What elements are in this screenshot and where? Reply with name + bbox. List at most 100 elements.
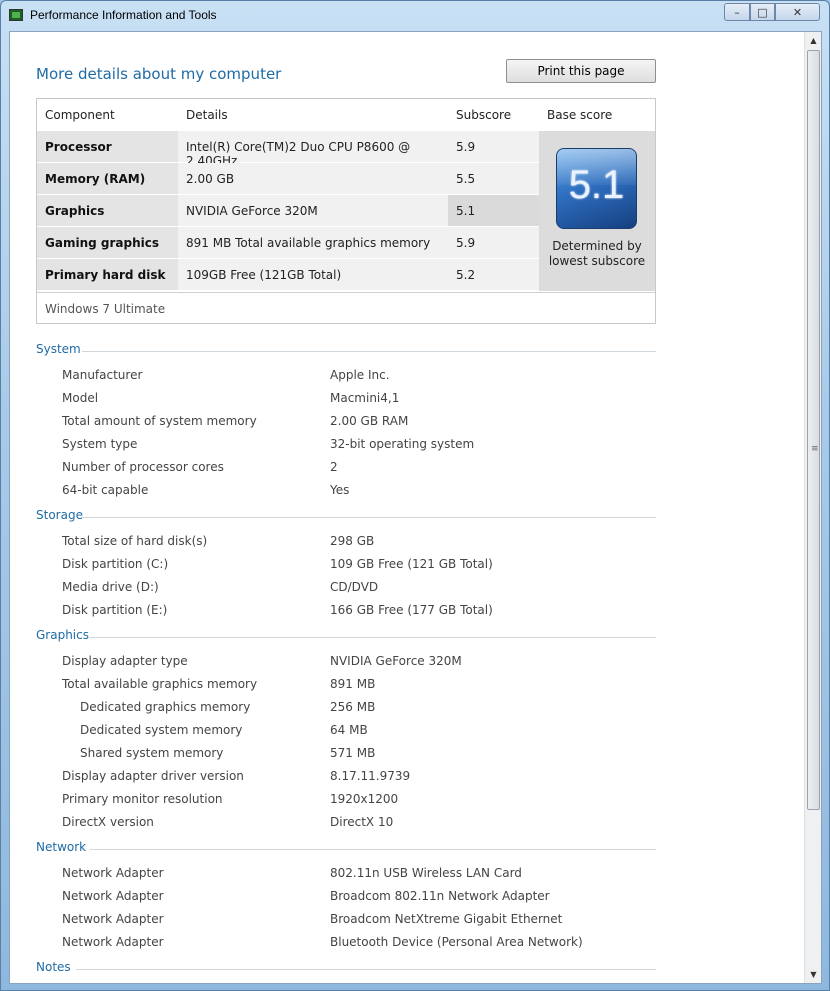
window-title: Performance Information and Tools (30, 8, 217, 22)
section-divider (76, 969, 656, 970)
info-label: System type (62, 437, 138, 451)
info-label: Total size of hard disk(s) (62, 534, 208, 548)
info-label: Disk partition (C:) (62, 557, 169, 571)
column-header-details: Details (186, 108, 228, 122)
column-header-component: Component (45, 108, 115, 122)
info-label: DirectX version (62, 815, 154, 829)
details-cell: Intel(R) Core(TM)2 Duo CPU P8600 @ 2.40G… (178, 131, 448, 168)
scroll-thumb[interactable]: ≡ (807, 50, 820, 810)
section-title-system: System (36, 342, 81, 356)
component-cell: Primary hard disk (37, 259, 178, 290)
info-value: 1920x1200 (330, 792, 399, 806)
column-header-subscore: Subscore (456, 108, 512, 122)
maximize-button[interactable]: □ (750, 3, 775, 21)
section-divider (82, 351, 656, 352)
info-value: DirectX 10 (330, 815, 394, 829)
app-icon (9, 9, 23, 21)
scroll-up-icon[interactable]: ▲ (805, 32, 821, 49)
info-value: 109 GB Free (121 GB Total) (330, 557, 493, 571)
details-cell: 2.00 GB (178, 163, 448, 194)
section-divider (82, 517, 656, 518)
component-cell: Gaming graphics (37, 227, 178, 258)
column-header-base-score: Base score (547, 108, 613, 122)
info-value: 32-bit operating system (330, 437, 475, 451)
info-value: 571 MB (330, 746, 376, 760)
info-value: Broadcom 802.11n Network Adapter (330, 889, 550, 903)
subscore-cell: 5.1 (448, 195, 539, 226)
page-title: More details about my computer (36, 65, 282, 83)
section-title-storage: Storage (36, 508, 83, 522)
subscore-cell: 5.5 (448, 163, 539, 194)
info-value: Bluetooth Device (Personal Area Network) (330, 935, 583, 949)
info-label: Display adapter driver version (62, 769, 244, 783)
info-value: 8.17.11.9739 (330, 769, 411, 783)
base-score-badge: 5.1 (556, 148, 637, 229)
vertical-scrollbar[interactable]: ▲ ≡ ▼ (804, 32, 821, 983)
subscore-cell: 5.9 (448, 227, 539, 258)
table-row: Gaming graphics 891 MB Total available g… (37, 227, 539, 258)
window: Performance Information and Tools – □ ✕ … (0, 0, 830, 991)
base-note-line-2: lowest subscore (548, 254, 646, 268)
details-cell: NVIDIA GeForce 320M (178, 195, 448, 226)
info-label: Number of processor cores (62, 460, 224, 474)
info-value: 891 MB (330, 677, 376, 691)
client-area: More details about my computer Print thi… (9, 31, 822, 984)
info-value: Macmini4,1 (330, 391, 400, 405)
info-label: Disk partition (E:) (62, 603, 168, 617)
component-cell: Processor (37, 131, 178, 162)
info-label: Total amount of system memory (62, 414, 257, 428)
minimize-button[interactable]: – (724, 3, 750, 21)
info-value: 802.11n USB Wireless LAN Card (330, 866, 522, 880)
score-table-header: Component Details Subscore Base score (37, 99, 655, 131)
info-label: Network Adapter (62, 912, 164, 926)
info-value: 2.00 GB RAM (330, 414, 409, 428)
info-value: Yes (330, 483, 350, 497)
info-label: Shared system memory (80, 746, 224, 760)
info-label: Dedicated system memory (80, 723, 243, 737)
section-title-graphics: Graphics (36, 628, 89, 642)
info-value: 256 MB (330, 700, 376, 714)
grip-icon: ≡ (811, 444, 819, 454)
component-cell: Graphics (37, 195, 178, 226)
subscore-cell: 5.9 (448, 131, 539, 162)
info-label: Dedicated graphics memory (80, 700, 251, 714)
info-label: Total available graphics memory (62, 677, 258, 691)
details-page: More details about my computer Print thi… (10, 32, 806, 983)
details-cell: 891 MB Total available graphics memory (178, 227, 448, 258)
base-note-line-1: Determined by (552, 239, 642, 253)
print-button[interactable]: Print this page (506, 59, 656, 83)
info-label: 64-bit capable (62, 483, 149, 497)
score-table: Component Details Subscore Base score Pr… (36, 98, 656, 324)
component-cell: Memory (RAM) (37, 163, 178, 194)
scroll-down-icon[interactable]: ▼ (805, 966, 821, 983)
info-value: 298 GB (330, 534, 375, 548)
subscore-cell: 5.2 (448, 259, 539, 290)
info-label: Model (62, 391, 99, 405)
section-title-notes: Notes (36, 960, 71, 974)
info-label: Display adapter type (62, 654, 188, 668)
close-button[interactable]: ✕ (775, 3, 820, 21)
section-title-network: Network (36, 840, 87, 854)
info-label: Network Adapter (62, 866, 164, 880)
section-divider (90, 637, 656, 638)
info-value: 2 (330, 460, 338, 474)
info-label: Manufacturer (62, 368, 143, 382)
info-value: CD/DVD (330, 580, 379, 594)
base-score-cell: 5.1 Determined by lowest subscore (539, 131, 655, 291)
info-value: NVIDIA GeForce 320M (330, 654, 462, 668)
table-row: Memory (RAM) 2.00 GB 5.5 (37, 163, 539, 194)
os-edition: Windows 7 Ultimate (37, 292, 655, 324)
table-row: Primary hard disk 109GB Free (121GB Tota… (37, 259, 539, 290)
info-label: Media drive (D:) (62, 580, 159, 594)
info-label: Network Adapter (62, 889, 164, 903)
base-score-note: Determined by lowest subscore (539, 239, 655, 269)
base-score-value: 5.1 (568, 163, 625, 207)
table-row: Graphics NVIDIA GeForce 320M 5.1 (37, 195, 539, 226)
info-label: Network Adapter (62, 935, 164, 949)
info-value: Broadcom NetXtreme Gigabit Ethernet (330, 912, 563, 926)
table-row: Processor Intel(R) Core(TM)2 Duo CPU P86… (37, 131, 539, 168)
info-value: 166 GB Free (177 GB Total) (330, 603, 493, 617)
titlebar[interactable]: Performance Information and Tools – □ ✕ (1, 1, 830, 31)
details-cell: 109GB Free (121GB Total) (178, 259, 448, 290)
info-value: Apple Inc. (330, 368, 390, 382)
